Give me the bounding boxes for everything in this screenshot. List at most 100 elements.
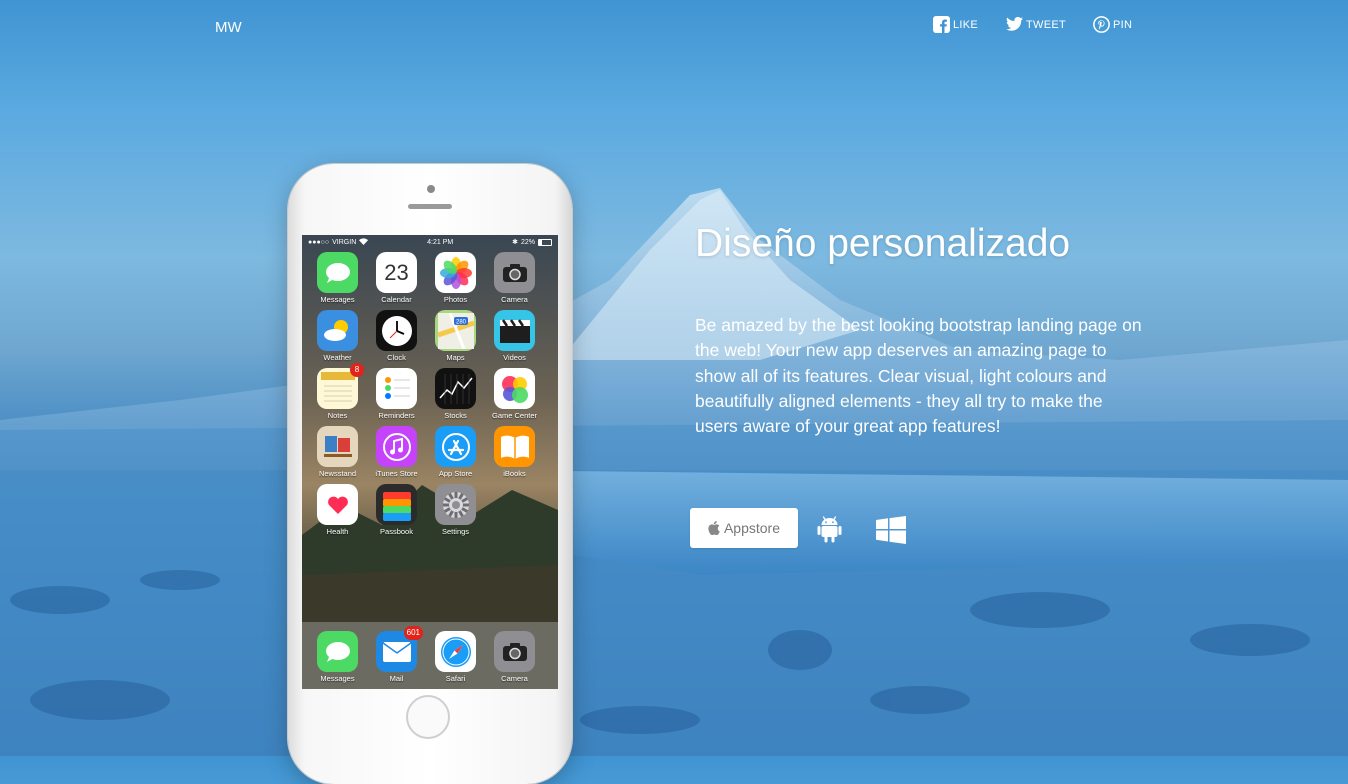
app-weather[interactable]: Weather <box>308 310 367 362</box>
battery-percent: 22% <box>520 238 535 246</box>
facebook-like-link[interactable]: LIKE <box>933 16 978 33</box>
app-label: Calendar <box>381 295 412 304</box>
reminders-icon <box>376 368 417 409</box>
app-label: Passbook <box>380 527 413 536</box>
pinterest-pin-link[interactable]: PIN <box>1093 16 1132 33</box>
app-label: Reminders <box>378 411 415 420</box>
app-reminders[interactable]: Reminders <box>367 368 426 420</box>
app-label: Messages <box>320 674 355 683</box>
app-label: Safari <box>445 674 466 683</box>
app-settings[interactable]: Settings <box>426 484 485 536</box>
app-passbook[interactable]: Passbook <box>367 484 426 536</box>
background-landscape <box>0 0 1348 756</box>
app-messages[interactable]: Messages <box>308 252 367 304</box>
facebook-like-label: LIKE <box>953 18 979 31</box>
ibooks-icon <box>494 426 535 467</box>
newsstand-icon <box>317 426 358 467</box>
app-label: Newsstand <box>318 469 357 478</box>
app-label: Mail <box>389 674 404 683</box>
app-notes[interactable]: 8 Notes <box>308 363 367 420</box>
app-game-center[interactable]: Game Center <box>485 368 544 420</box>
clock-icon <box>376 310 417 351</box>
camera-icon <box>494 252 535 293</box>
signal-icon: ●●●○○ <box>308 238 330 246</box>
app-label: Clock <box>387 353 406 362</box>
hero-description: Be amazed by the best looking bootstrap … <box>695 315 1142 437</box>
camera-icon <box>494 631 535 672</box>
app-stocks[interactable]: Stocks <box>426 368 485 420</box>
app-photos[interactable]: Photos <box>426 252 485 304</box>
passbook-icon <box>376 484 417 525</box>
app-label: Weather <box>323 353 352 362</box>
hero-title: Diseño personalizado <box>695 222 1071 265</box>
mail-icon: 601 <box>376 626 423 672</box>
app-camera[interactable]: Camera <box>485 252 544 304</box>
app-label: Camera <box>501 295 528 304</box>
app-ibooks[interactable]: iBooks <box>485 426 544 478</box>
apple-icon <box>708 521 720 535</box>
app-label: iTunes Store <box>375 469 418 478</box>
app-camera[interactable]: Camera <box>485 631 544 683</box>
app-calendar[interactable]: 23 Calendar <box>367 252 426 304</box>
app-itunes-store[interactable]: iTunes Store <box>367 426 426 478</box>
app-label: Messages <box>320 295 355 304</box>
app-label: iBooks <box>503 469 526 478</box>
game-center-icon <box>494 368 535 409</box>
twitter-tweet-link[interactable]: TWEET <box>1006 16 1066 33</box>
settings-icon <box>435 484 476 525</box>
weather-icon <box>317 310 358 351</box>
notification-badge: 601 <box>403 626 423 640</box>
twitter-icon <box>1006 16 1023 33</box>
app-label: Settings <box>441 527 470 536</box>
app-label: Game Center <box>491 411 538 420</box>
app-clock[interactable]: Clock <box>367 310 426 362</box>
app-mail[interactable]: 601 Mail <box>367 626 426 683</box>
dock-grid: Messages 601 Mail Safari Camera <box>308 626 552 683</box>
brand-logo[interactable]: MW <box>215 19 242 36</box>
stocks-icon <box>435 368 476 409</box>
app-safari[interactable]: Safari <box>426 631 485 683</box>
app-label: Stocks <box>444 411 467 420</box>
phone-screen: ●●●○○ VIRGIN 4:21 PM ✱ 22% Messages 23 Cal… <box>302 235 558 689</box>
bluetooth-icon: ✱ <box>512 239 518 246</box>
home-button[interactable] <box>406 695 450 739</box>
windows-icon[interactable] <box>876 516 906 544</box>
twitter-tweet-label: TWEET <box>1026 18 1066 31</box>
app-label: Maps <box>446 353 465 362</box>
appstore-button[interactable]: Appstore <box>690 508 798 548</box>
app-label: Health <box>326 527 349 536</box>
safari-icon <box>435 631 476 672</box>
battery-icon <box>537 238 552 246</box>
messages-icon <box>317 252 358 293</box>
app-maps[interactable]: 280 Maps <box>426 310 485 362</box>
maps-icon: 280 <box>435 310 476 351</box>
earpiece-speaker <box>408 204 452 209</box>
app-app-store[interactable]: App Store <box>426 426 485 478</box>
app-label: App Store <box>438 469 473 478</box>
photos-icon <box>435 252 476 293</box>
health-icon <box>317 484 358 525</box>
carrier-label: VIRGIN <box>332 238 357 246</box>
notification-badge: 8 <box>350 363 364 377</box>
pinterest-pin-label: PIN <box>1113 18 1133 31</box>
svg-text:280: 280 <box>455 319 466 325</box>
front-camera <box>427 185 435 193</box>
app-label: Camera <box>501 674 528 683</box>
calendar-icon: 23 <box>376 252 417 293</box>
notes-icon: 8 <box>317 363 364 409</box>
itunes-store-icon <box>376 426 417 467</box>
app-label: Videos <box>503 353 526 362</box>
status-bar: ●●●○○ VIRGIN 4:21 PM ✱ 22% <box>302 235 558 249</box>
app-messages[interactable]: Messages <box>308 631 367 683</box>
app-newsstand[interactable]: Newsstand <box>308 426 367 478</box>
android-icon[interactable] <box>817 515 842 543</box>
messages-icon <box>317 631 358 672</box>
home-screen-grid: Messages 23 Calendar Photos Camera Weather Clo… <box>308 252 552 536</box>
app-label: Notes <box>327 411 348 420</box>
app-videos[interactable]: Videos <box>485 310 544 362</box>
app-store-icon <box>435 426 476 467</box>
phone-mockup: ●●●○○ VIRGIN 4:21 PM ✱ 22% Messages 23 Cal… <box>288 164 572 784</box>
app-health[interactable]: Health <box>308 484 367 536</box>
phone-dock: Messages 601 Mail Safari Camera <box>302 622 558 689</box>
mountain-lake-illustration <box>0 188 1348 756</box>
